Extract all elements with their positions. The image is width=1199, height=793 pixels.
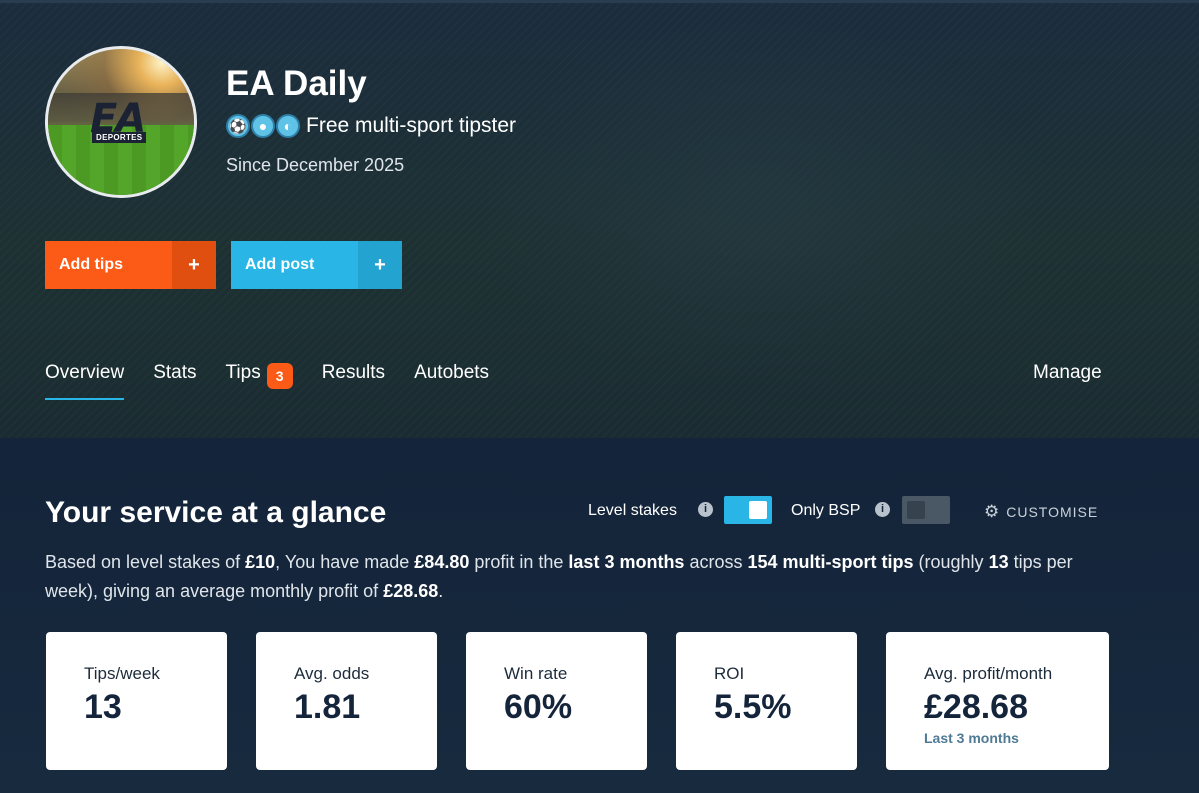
tab-tips[interactable]: Tips 3	[226, 362, 293, 400]
profile-subtitle: Free multi-sport tipster	[306, 114, 517, 137]
customise-label: CUSTOMISE	[1006, 503, 1099, 520]
add-tips-label: Add tips	[59, 256, 123, 273]
summary-tip-count: 154 multi-sport tips	[747, 552, 914, 572]
stat-card-roi: ROI 5.5%	[676, 632, 857, 770]
stat-label: ROI	[714, 664, 745, 683]
info-icon[interactable]: i	[875, 502, 890, 517]
stat-subtext: Last 3 months	[924, 730, 1019, 746]
summary-text: across	[684, 552, 748, 572]
stat-label: Avg. odds	[294, 664, 370, 683]
tab-autobets[interactable]: Autobets	[414, 362, 489, 400]
manage-link[interactable]: Manage	[1033, 362, 1102, 384]
baseball-icon: ◐	[276, 114, 300, 138]
tab-stats[interactable]: Stats	[153, 362, 196, 400]
level-stakes-toggle[interactable]	[724, 496, 772, 524]
level-stakes-label: Level stakes	[588, 502, 677, 519]
summary-profit: £84.80	[414, 552, 470, 572]
profile-tabs: Overview Stats Tips 3 Results Autobets	[45, 362, 489, 402]
stat-card-avg-profit-month: Avg. profit/month £28.68 Last 3 months	[886, 632, 1109, 770]
tab-tips-label: Tips	[225, 362, 261, 383]
info-icon[interactable]: i	[698, 502, 713, 517]
add-tips-button[interactable]: Add tips +	[45, 241, 216, 289]
plus-icon: +	[358, 241, 402, 289]
sport-icons: ⚽ ● ◐	[226, 114, 300, 140]
summary-monthly: £28.68	[383, 581, 439, 601]
summary-text: Based on level stakes of	[45, 552, 246, 572]
profile-title: EA Daily	[226, 64, 367, 103]
toggle-knob	[907, 501, 925, 519]
summary-per-week: 13	[988, 552, 1009, 572]
summary-text: .	[438, 581, 444, 601]
toggle-knob	[749, 501, 767, 519]
stat-label: Avg. profit/month	[924, 664, 1053, 683]
gear-icon: ⚙	[984, 502, 1001, 521]
stat-label: Tips/week	[84, 664, 160, 683]
profile-since: Since December 2025	[226, 155, 405, 175]
tips-count-badge: 3	[266, 363, 293, 389]
add-post-label: Add post	[245, 256, 315, 273]
summary-period: last 3 months	[568, 552, 685, 572]
tab-results[interactable]: Results	[322, 362, 385, 400]
plus-icon: +	[172, 241, 216, 289]
stat-label: Win rate	[504, 664, 568, 683]
stat-value: 13	[84, 688, 122, 726]
only-bsp-label: Only BSP	[791, 502, 861, 519]
summary-text: profit in the	[469, 552, 569, 572]
stat-value: 5.5%	[714, 688, 792, 726]
only-bsp-toggle[interactable]	[902, 496, 950, 524]
summary-stake: £10	[245, 552, 276, 572]
glance-summary: Based on level stakes of £10, You have m…	[45, 548, 1115, 606]
summary-text: , You have made	[275, 552, 415, 572]
stat-value: 1.81	[294, 688, 361, 726]
stat-card-avg-odds: Avg. odds 1.81	[256, 632, 437, 770]
summary-text: (roughly	[913, 552, 989, 572]
add-post-button[interactable]: Add post +	[231, 241, 402, 289]
stat-card-tips-week: Tips/week 13	[46, 632, 227, 770]
stat-value: £28.68	[924, 688, 1028, 726]
glance-title: Your service at a glance	[45, 496, 387, 529]
avatar: EA DEPORTES	[45, 46, 197, 198]
avatar-logo-subtext: DEPORTES	[92, 132, 147, 143]
customise-button[interactable]: ⚙ CUSTOMISE	[984, 503, 1098, 520]
football-icon: ⚽	[226, 114, 250, 138]
stat-value: 60%	[504, 688, 573, 726]
tab-overview[interactable]: Overview	[45, 362, 125, 400]
basketball-icon: ●	[251, 114, 275, 138]
stat-card-win-rate: Win rate 60%	[466, 632, 647, 770]
